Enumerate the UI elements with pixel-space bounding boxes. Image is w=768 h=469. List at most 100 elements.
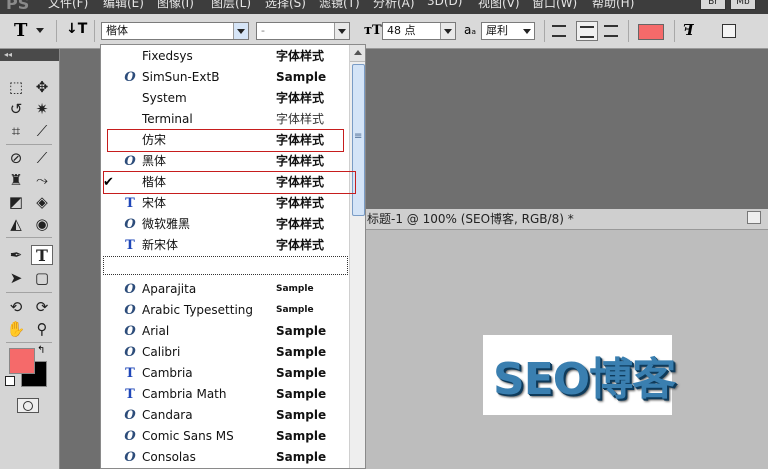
font-list-item[interactable]: O Consolas Sample <box>101 447 349 468</box>
menu-window[interactable]: 窗口(W) <box>532 0 577 11</box>
menu-3d[interactable]: 3D(D) <box>427 0 462 8</box>
antialias-dropdown-icon[interactable] <box>520 23 534 39</box>
history-brush-icon[interactable]: ⤳ <box>31 170 53 190</box>
font-list-item[interactable]: O SimSun-ExtB Sample <box>101 67 349 88</box>
font-list-item[interactable]: O Arial Sample <box>101 321 349 342</box>
font-list-item[interactable]: Terminal 字体样式 <box>101 109 349 130</box>
font-list-item[interactable]: System 字体样式 <box>101 88 349 109</box>
align-center-button[interactable] <box>576 21 598 41</box>
font-size-icon: ᴛT <box>364 23 382 38</box>
font-list-item[interactable]: T Cambria Sample <box>101 363 349 384</box>
type-tool-preset-icon[interactable]: T <box>14 20 27 41</box>
opentype-icon: O <box>124 324 136 339</box>
marquee-tool-icon[interactable]: ⬚ <box>5 77 27 97</box>
brush-tool-icon[interactable]: ⟋ <box>31 148 53 168</box>
lasso-tool-icon[interactable]: ↺ <box>5 99 27 119</box>
font-list-item[interactable]: T 新宋体 字体样式 <box>101 235 349 256</box>
text-color-swatch[interactable] <box>638 24 664 40</box>
paint-bucket-icon[interactable]: ◈ <box>31 192 53 212</box>
align-right-icon[interactable] <box>604 25 618 37</box>
collapse-icon[interactable]: ◂◂ <box>4 50 12 59</box>
character-panel-icon[interactable] <box>722 24 736 38</box>
minibridge-button[interactable]: Mb <box>730 0 756 10</box>
antialias-select[interactable]: 犀利 <box>481 22 535 40</box>
bridge-button[interactable]: Br <box>700 0 726 10</box>
font-style-select[interactable]: - <box>256 22 350 40</box>
clone-stamp-icon[interactable]: ♜ <box>5 170 27 190</box>
font-family-value: 楷体 <box>106 24 128 37</box>
swap-colors-icon[interactable]: ↰ <box>37 345 45 356</box>
quick-mask-icon[interactable] <box>17 398 39 413</box>
font-list-item[interactable]: O Arabic Typesetting Sample <box>101 300 349 321</box>
menu-image[interactable]: 图像(I) <box>157 0 194 11</box>
healing-brush-icon[interactable]: ⊘ <box>5 148 27 168</box>
menu-view[interactable]: 视图(V) <box>478 0 520 11</box>
menu-filter[interactable]: 滤镜(T) <box>319 0 360 11</box>
menu-select[interactable]: 选择(S) <box>265 0 306 11</box>
menu-edit[interactable]: 编辑(E) <box>103 0 144 11</box>
font-list-item[interactable]: O Aparajita Sample <box>101 279 349 300</box>
separator <box>544 20 545 42</box>
foreground-color-swatch[interactable] <box>9 348 35 374</box>
menu-analysis[interactable]: 分析(A) <box>373 0 415 11</box>
font-list-item[interactable]: O Calibri Sample <box>101 342 349 363</box>
font-name: Calibri <box>142 345 181 359</box>
type-tool-icon[interactable]: T <box>31 245 53 265</box>
3d-rotate-icon[interactable]: ⟲ <box>5 297 27 317</box>
font-name: 宋体 <box>142 196 167 210</box>
pen-tool-icon[interactable]: ✒ <box>5 245 27 265</box>
text-orientation-icon[interactable]: ↓T <box>66 21 87 39</box>
3d-orbit-icon[interactable]: ⟳ <box>31 297 53 317</box>
path-selection-icon[interactable]: ➤ <box>5 268 27 288</box>
scroll-up-icon[interactable] <box>350 45 365 62</box>
truetype-icon: T <box>125 387 135 402</box>
font-list-item[interactable]: T Cambria Math Sample <box>101 384 349 405</box>
font-family-select[interactable]: 楷体 <box>101 22 249 40</box>
document-canvas[interactable]: SEO博客 <box>483 335 676 415</box>
eraser-tool-icon[interactable]: ◩ <box>5 192 27 212</box>
eyedropper-icon[interactable]: ⟋ <box>31 121 53 141</box>
font-size-select[interactable]: 48 点 <box>382 22 456 40</box>
blur-tool-icon[interactable]: ◭ <box>5 214 27 234</box>
font-family-dropdown-icon[interactable] <box>233 23 248 39</box>
magic-wand-icon[interactable]: ✷ <box>31 99 53 119</box>
default-colors-icon[interactable] <box>5 376 15 386</box>
font-list-scrollbar[interactable] <box>349 45 365 468</box>
scroll-thumb[interactable] <box>352 64 365 216</box>
move-tool-icon[interactable]: ✥ <box>31 77 53 97</box>
canvas-text-layer[interactable]: SEO博客 <box>493 343 676 407</box>
font-list-item[interactable]: O Candara Sample <box>101 405 349 426</box>
menu-bar: PS 文件(F) 编辑(E) 图像(I) 图层(L) 选择(S) 滤镜(T) 分… <box>0 0 768 14</box>
font-list-item[interactable]: T 宋体 字体样式 <box>101 193 349 214</box>
font-style-dropdown-icon[interactable] <box>334 23 349 39</box>
font-sample: 字体样式 <box>276 175 325 189</box>
font-size-dropdown-icon[interactable] <box>440 23 455 39</box>
zoom-tool-icon[interactable]: ⚲ <box>31 319 53 339</box>
font-family-dropdown-list[interactable]: Fixedsys 字体样式 O SimSun-ExtB Sample System 字体样式… <box>100 44 366 469</box>
crop-tool-icon[interactable]: ⌗ <box>5 121 27 141</box>
align-left-icon[interactable] <box>552 25 566 37</box>
font-sample: 字体样式 <box>276 238 325 252</box>
menu-layer[interactable]: 图层(L) <box>211 0 251 11</box>
font-list-item[interactable]: O Comic Sans MS Sample <box>101 426 349 447</box>
hand-tool-icon[interactable]: ✋ <box>5 319 27 339</box>
menu-help[interactable]: 帮助(H) <box>592 0 634 11</box>
font-list-item[interactable]: ✔ 楷体 字体样式 <box>101 172 349 193</box>
minimize-icon[interactable] <box>747 211 761 224</box>
font-list-item[interactable]: Fixedsys 字体样式 <box>101 46 349 67</box>
menu-file[interactable]: 文件(F) <box>48 0 88 11</box>
font-list-item[interactable]: O 微软雅黑 字体样式 <box>101 214 349 235</box>
font-name: 新宋体 <box>142 238 179 252</box>
font-sample: Sample <box>276 366 327 380</box>
font-sample: 字体样式 <box>276 217 325 231</box>
separator <box>6 292 52 293</box>
font-list-item[interactable]: O 黑体 字体样式 <box>101 151 349 172</box>
font-list-item[interactable]: 仿宋 字体样式 <box>101 130 349 151</box>
font-sample: Sample <box>276 345 327 359</box>
shape-tool-icon[interactable]: ▢ <box>31 268 53 288</box>
preset-dropdown-icon[interactable] <box>36 28 44 33</box>
separator <box>6 144 52 145</box>
warp-text-icon[interactable]: ꟻ <box>683 21 694 39</box>
font-name: 微软雅黑 <box>142 217 191 231</box>
dodge-tool-icon[interactable]: ◉ <box>31 214 53 234</box>
